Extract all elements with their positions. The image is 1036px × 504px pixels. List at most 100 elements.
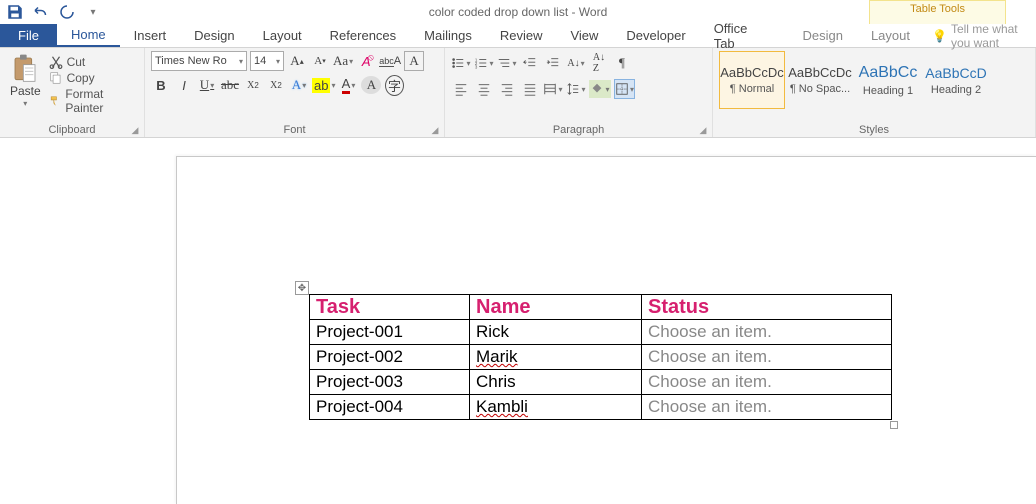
tab-table-layout[interactable]: Layout: [857, 24, 924, 47]
save-icon[interactable]: [6, 3, 24, 21]
tell-me[interactable]: 💡 Tell me what you want: [932, 24, 1036, 47]
grow-font-icon[interactable]: A▴: [287, 51, 307, 71]
superscript-button[interactable]: X2: [266, 75, 286, 95]
multilevel-list-icon[interactable]: [497, 53, 517, 73]
header-name[interactable]: Name: [470, 295, 642, 320]
font-color-icon[interactable]: A: [338, 75, 358, 95]
tab-review[interactable]: Review: [486, 24, 557, 47]
cell-status-dropdown[interactable]: Choose an item.: [642, 395, 892, 420]
table-row[interactable]: Project-003 Chris Choose an item.: [310, 370, 892, 395]
document-table[interactable]: Task Name Status Project-001 Rick Choose…: [309, 294, 892, 420]
cell-status-dropdown[interactable]: Choose an item.: [642, 345, 892, 370]
style-heading-1[interactable]: AaBbCc Heading 1: [855, 51, 921, 109]
title-bar: ▾ color coded drop down list - Word Tabl…: [0, 0, 1036, 24]
tab-design[interactable]: Design: [180, 24, 248, 47]
justify-icon[interactable]: [520, 79, 540, 99]
tab-developer[interactable]: Developer: [612, 24, 699, 47]
tab-insert[interactable]: Insert: [120, 24, 181, 47]
tab-references[interactable]: References: [316, 24, 410, 47]
header-task[interactable]: Task: [310, 295, 470, 320]
cell-task[interactable]: Project-003: [310, 370, 470, 395]
table-resize-handle-icon[interactable]: [890, 421, 898, 429]
cell-status-dropdown[interactable]: Choose an item.: [642, 370, 892, 395]
distributed-icon[interactable]: [543, 79, 563, 99]
tab-file[interactable]: File: [0, 24, 57, 47]
cell-task[interactable]: Project-002: [310, 345, 470, 370]
dialog-launcher-icon[interactable]: ◢: [430, 125, 440, 135]
borders-icon[interactable]: [614, 79, 635, 99]
tab-mailings[interactable]: Mailings: [410, 24, 486, 47]
align-right-icon[interactable]: [497, 79, 517, 99]
cell-name[interactable]: Kambli: [470, 395, 642, 420]
numbering-icon[interactable]: 123: [474, 53, 494, 73]
show-hide-icon[interactable]: ¶: [612, 53, 632, 73]
document-title: color coded drop down list - Word: [429, 5, 608, 19]
qat-customize-icon[interactable]: ▾: [84, 3, 102, 21]
document-area[interactable]: ✥ Task Name Status Project-001 Rick Choo…: [0, 138, 1036, 504]
tab-office-tab[interactable]: Office Tab: [700, 24, 772, 47]
style-heading-2[interactable]: AaBbCcD Heading 2: [923, 51, 989, 109]
cell-status-dropdown[interactable]: Choose an item.: [642, 320, 892, 345]
cell-name[interactable]: Chris: [470, 370, 642, 395]
font-size-combo[interactable]: 14▾: [250, 51, 284, 71]
style-normal[interactable]: AaBbCcDc ¶ Normal: [719, 51, 785, 109]
format-painter-button[interactable]: Format Painter: [49, 87, 138, 115]
tab-home[interactable]: Home: [57, 24, 120, 47]
align-left-icon[interactable]: [451, 79, 471, 99]
cut-button[interactable]: Cut: [49, 55, 138, 69]
increase-indent-icon[interactable]: [543, 53, 563, 73]
bold-button[interactable]: B: [151, 75, 171, 95]
undo-icon[interactable]: [32, 3, 50, 21]
cell-name[interactable]: Marik: [470, 345, 642, 370]
svg-text:3: 3: [475, 64, 478, 69]
tab-table-design[interactable]: Design: [788, 24, 856, 47]
align-center-icon[interactable]: [474, 79, 494, 99]
redo-icon[interactable]: [58, 3, 76, 21]
bullets-icon[interactable]: [451, 53, 471, 73]
shrink-font-icon[interactable]: A▾: [310, 51, 330, 71]
clipboard-group-label: Clipboard ◢: [6, 122, 138, 136]
dialog-launcher-icon[interactable]: ◢: [698, 125, 708, 135]
tell-me-text: Tell me what you want: [951, 22, 1036, 50]
asian-layout-icon[interactable]: A↓: [566, 53, 586, 73]
table-move-handle-icon[interactable]: ✥: [295, 281, 309, 295]
decrease-indent-icon[interactable]: [520, 53, 540, 73]
paste-label: Paste: [10, 84, 41, 98]
highlight-icon[interactable]: ab: [312, 75, 335, 95]
dialog-launcher-icon[interactable]: ◢: [130, 125, 140, 135]
cell-name[interactable]: Rick: [470, 320, 642, 345]
table-row[interactable]: Project-001 Rick Choose an item.: [310, 320, 892, 345]
group-clipboard: Paste ▾ Cut Copy Format Painter Clipbo: [0, 48, 145, 137]
strikethrough-button[interactable]: abc: [220, 75, 240, 95]
shading-icon[interactable]: [589, 80, 611, 98]
character-shading-icon[interactable]: A: [361, 76, 381, 94]
tab-view[interactable]: View: [556, 24, 612, 47]
copy-button[interactable]: Copy: [49, 71, 138, 85]
sort-icon[interactable]: A↓Z: [589, 53, 609, 73]
cut-label: Cut: [67, 55, 86, 69]
phonetic-guide-icon[interactable]: abcA: [379, 51, 401, 71]
page[interactable]: ✥ Task Name Status Project-001 Rick Choo…: [176, 156, 1036, 504]
paste-button[interactable]: Paste ▾: [6, 51, 45, 108]
clear-formatting-icon[interactable]: A⦸: [356, 51, 376, 71]
subscript-button[interactable]: X2: [243, 75, 263, 95]
underline-button[interactable]: U: [197, 75, 217, 95]
text-effects-icon[interactable]: A: [289, 75, 309, 95]
style-no-spacing[interactable]: AaBbCcDc ¶ No Spac...: [787, 51, 853, 109]
tab-layout[interactable]: Layout: [249, 24, 316, 47]
cell-task[interactable]: Project-001: [310, 320, 470, 345]
italic-button[interactable]: I: [174, 75, 194, 95]
font-group-label: Font ◢: [151, 122, 438, 136]
character-border-icon[interactable]: A: [404, 51, 424, 71]
header-status[interactable]: Status: [642, 295, 892, 320]
enclose-characters-icon[interactable]: 字: [384, 75, 404, 95]
table-row[interactable]: Project-002 Marik Choose an item.: [310, 345, 892, 370]
format-painter-label: Format Painter: [65, 87, 138, 115]
quick-access-toolbar: ▾: [0, 3, 102, 21]
line-spacing-icon[interactable]: [566, 79, 586, 99]
table-row[interactable]: Project-004 Kambli Choose an item.: [310, 395, 892, 420]
change-case-icon[interactable]: Aa: [333, 51, 353, 71]
cell-task[interactable]: Project-004: [310, 395, 470, 420]
font-name-combo[interactable]: Times New Ro▾: [151, 51, 247, 71]
styles-gallery[interactable]: AaBbCcDc ¶ Normal AaBbCcDc ¶ No Spac... …: [719, 51, 989, 109]
